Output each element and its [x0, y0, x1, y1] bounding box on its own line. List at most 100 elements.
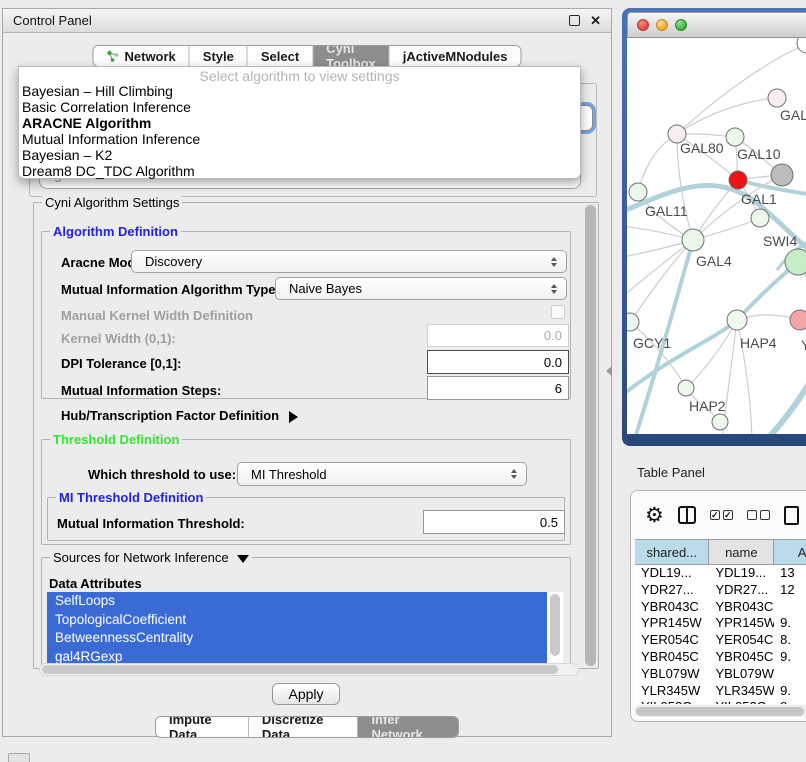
- attribute-item-selected[interactable]: BetweennessCentrality: [47, 629, 547, 648]
- mi-threshold-input[interactable]: [423, 510, 565, 534]
- algorithm-option[interactable]: Dream8 DC_TDC Algorithm: [19, 163, 580, 179]
- manual-kernel-checkbox[interactable]: [551, 305, 565, 319]
- which-threshold-combo[interactable]: MI Threshold: [237, 462, 527, 486]
- aracne-mode-combo[interactable]: Discovery: [131, 250, 567, 273]
- algorithm-option[interactable]: Bayesian – K2: [19, 147, 580, 163]
- table-cell: 9.: [774, 683, 806, 700]
- algorithm-option[interactable]: Bayesian – Hill Climbing: [19, 83, 580, 99]
- select-all-checks-icon[interactable]: ✓✓: [710, 510, 733, 520]
- network-node-label: GAL80: [680, 140, 724, 156]
- settings-hscrollbar-thumb[interactable]: [42, 665, 558, 674]
- attribute-list-scrollbar[interactable]: [550, 594, 560, 656]
- column-header-name[interactable]: name: [709, 540, 774, 564]
- network-node[interactable]: [727, 310, 747, 330]
- dpi-tolerance-input[interactable]: [427, 350, 569, 374]
- algorithm-dropdown-prompt: Select algorithm to view settings: [19, 68, 580, 83]
- settings-hscrollbar[interactable]: [39, 663, 579, 676]
- app-root: Control Panel ✕ Network Style Select: [0, 0, 806, 762]
- table-cell: [774, 666, 806, 683]
- table-hscrollbar[interactable]: [634, 705, 806, 717]
- tab-network[interactable]: Network: [93, 46, 189, 66]
- mac-zoom-icon[interactable]: [675, 19, 687, 31]
- tab-jactivemnodules[interactable]: jActiveMNodules: [390, 46, 521, 66]
- algorithm-option[interactable]: Mutual Information Inference: [19, 131, 580, 147]
- control-panel-tabbar: Network Style Select Cyni Toolbox jActiv…: [92, 45, 521, 67]
- tab-jactivemnodules-label: jActiveMNodules: [403, 49, 508, 64]
- kernel-width-input[interactable]: [427, 324, 569, 347]
- network-node[interactable]: [682, 229, 704, 251]
- network-node-label: GCY1: [633, 335, 671, 351]
- mi-type-combo[interactable]: Naive Bayes: [275, 277, 567, 300]
- export-table-icon[interactable]: [784, 506, 799, 525]
- settings-scrollbar-thumb[interactable]: [585, 205, 596, 666]
- close-window-icon[interactable]: ✕: [590, 14, 601, 27]
- tab-infer-network[interactable]: Infer Network: [358, 717, 458, 737]
- network-node[interactable]: [771, 164, 793, 186]
- algorithm-option-selected[interactable]: ARACNE Algorithm: [19, 115, 580, 131]
- network-node[interactable]: [797, 38, 806, 53]
- float-window-icon[interactable]: [569, 15, 580, 26]
- split-columns-icon[interactable]: [678, 506, 696, 524]
- network-icon: [106, 50, 119, 63]
- attribute-item-selected[interactable]: TopologicalCoefficient: [47, 611, 547, 630]
- attribute-item-selected[interactable]: SelfLoops: [47, 592, 547, 611]
- control-panel-window: Control Panel ✕ Network Style Select: [2, 8, 612, 737]
- table-row[interactable]: YER054CYER054C8.: [635, 632, 806, 649]
- table-cell: YLR345W: [635, 683, 709, 700]
- mac-minimize-icon[interactable]: [656, 19, 668, 31]
- table-row[interactable]: YBR045CYBR045C9.: [635, 649, 806, 666]
- manual-kernel-label: Manual Kernel Width Definition: [61, 308, 253, 323]
- table-panel-window: ⚙ ✓✓ shared... name A YDL19...YDL19...13…: [630, 490, 806, 722]
- algorithm-option[interactable]: Basic Correlation Inference: [19, 99, 580, 115]
- cyni-bottom-tabbar: Impute Data Discretize Data Infer Networ…: [155, 716, 459, 738]
- sources-group-title[interactable]: Sources for Network Inference: [50, 550, 252, 565]
- tab-select[interactable]: Select: [248, 46, 313, 66]
- table-row[interactable]: YDL19...YDL19...13: [635, 565, 806, 582]
- table-cell: 9.: [774, 649, 806, 666]
- cyni-settings-group-title: Cyni Algorithm Settings: [42, 195, 182, 210]
- network-node[interactable]: [726, 128, 744, 146]
- data-attributes-label: Data Attributes: [49, 576, 142, 591]
- table-row[interactable]: YDR27...YDR27...12: [635, 582, 806, 599]
- tab-discretize-data[interactable]: Discretize Data: [249, 717, 359, 737]
- table-cell: YBR045C: [709, 649, 774, 666]
- apply-button[interactable]: Apply: [272, 683, 340, 705]
- table-hscrollbar-thumb[interactable]: [636, 707, 804, 716]
- deselect-all-checks-icon[interactable]: [747, 510, 770, 520]
- network-view-window: GALGAL80GAL10GAL1GAL11GAL4SWI4GCY1HAP4YH…: [622, 8, 806, 446]
- table-row[interactable]: YIL052CYIL052C9: [635, 699, 806, 704]
- panel-splitter-collapse-icon[interactable]: [606, 366, 612, 376]
- mac-close-icon[interactable]: [637, 19, 649, 31]
- network-node[interactable]: [768, 89, 786, 107]
- collapse-down-icon: [237, 555, 249, 563]
- column-header-shared-name[interactable]: shared...: [635, 540, 709, 564]
- network-canvas[interactable]: GALGAL80GAL10GAL1GAL11GAL4SWI4GCY1HAP4YH…: [627, 38, 806, 434]
- tab-style[interactable]: Style: [190, 46, 248, 66]
- network-node[interactable]: [629, 183, 647, 201]
- tab-cyni-toolbox[interactable]: Cyni Toolbox: [313, 46, 390, 66]
- table-cell: YBR045C: [635, 649, 709, 666]
- table-row[interactable]: YLR345WYLR345W9.: [635, 683, 806, 700]
- combo-arrows-icon: [511, 469, 517, 479]
- tab-infer-network-label: Infer Network: [371, 716, 445, 738]
- network-node[interactable]: [678, 380, 694, 396]
- gear-icon[interactable]: ⚙: [645, 505, 664, 526]
- mi-steps-input[interactable]: [427, 376, 569, 400]
- mi-type-value: Naive Bayes: [289, 281, 362, 296]
- taskbar-partial-icon[interactable]: [8, 753, 30, 762]
- table-row[interactable]: YPR145WYPR145W9.: [635, 615, 806, 632]
- tab-impute-data[interactable]: Impute Data: [156, 717, 249, 737]
- hub-section-toggle[interactable]: Hub/Transcription Factor Definition: [61, 408, 298, 423]
- network-node[interactable]: [790, 310, 806, 330]
- network-node[interactable]: [712, 414, 728, 430]
- network-node[interactable]: [785, 249, 806, 275]
- network-node-label: GAL4: [696, 253, 732, 269]
- table-row[interactable]: YBL079WYBL079W: [635, 666, 806, 683]
- node-table: shared... name A YDL19...YDL19...13YDR27…: [635, 539, 806, 704]
- column-header-partial[interactable]: A: [774, 540, 806, 564]
- table-cell: 8.: [774, 632, 806, 649]
- table-cell: YER054C: [635, 632, 709, 649]
- network-node[interactable]: [729, 171, 747, 189]
- network-node[interactable]: [751, 209, 769, 227]
- table-row[interactable]: YBR043CYBR043C: [635, 599, 806, 616]
